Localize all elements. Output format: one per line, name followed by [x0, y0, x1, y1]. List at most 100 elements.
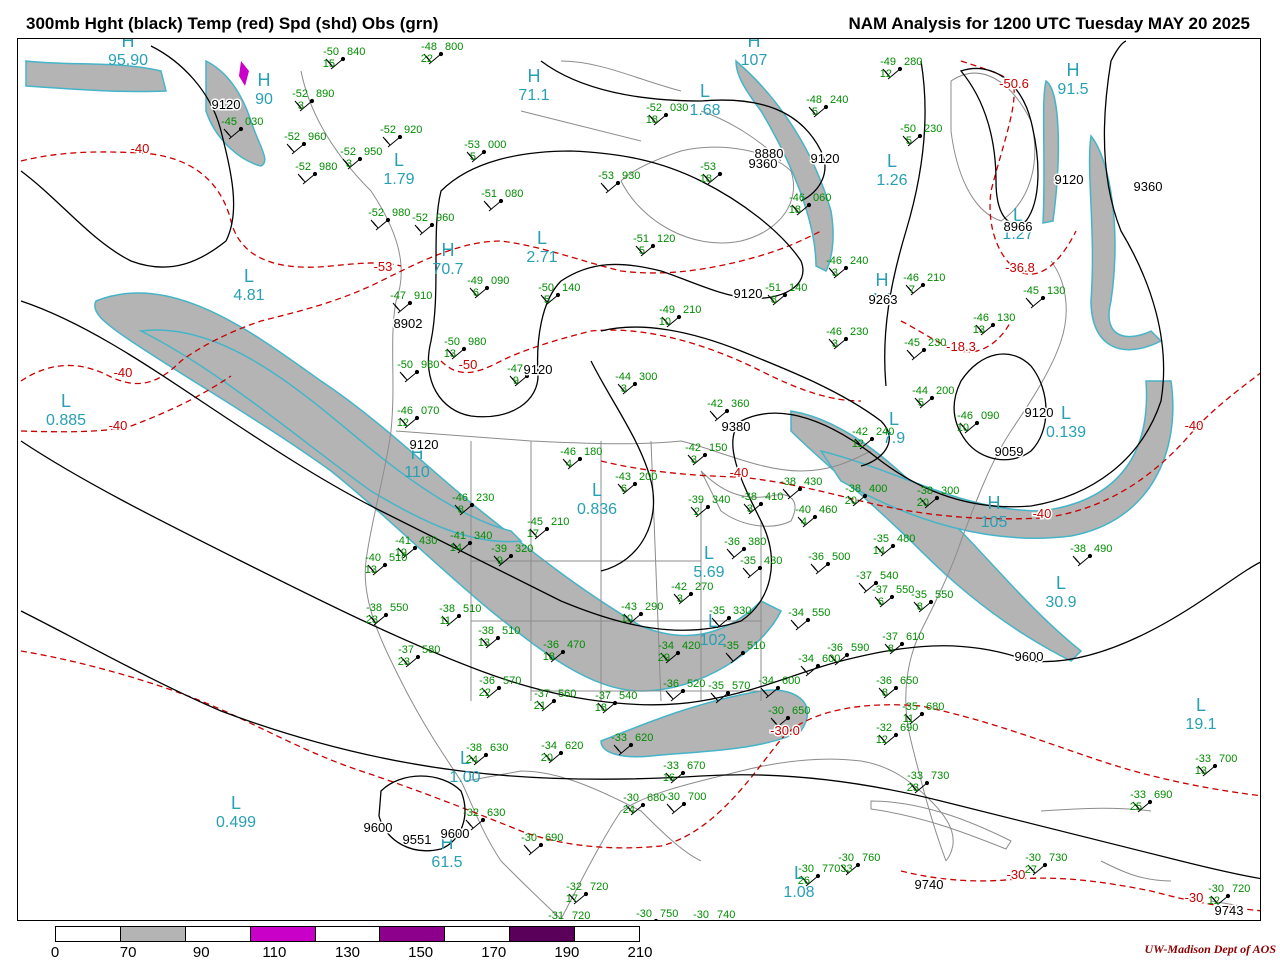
obs-temp: -50 — [444, 336, 460, 348]
wind-barb — [810, 563, 829, 575]
obs-height: 550 — [812, 607, 830, 619]
legend-tick-label: 170 — [481, 944, 507, 961]
wind-barb — [782, 488, 801, 500]
legend-tick-label: 130 — [334, 944, 361, 961]
center-value: 0.885 — [46, 412, 86, 429]
temp-label: -40 — [131, 141, 150, 156]
wind-barb — [414, 224, 433, 236]
obs-height: 570 — [503, 675, 521, 687]
height-label: 9120 — [734, 286, 763, 301]
obs-temp: -30 — [623, 792, 639, 804]
obs-temp: -52 — [380, 124, 396, 136]
height-label: 9120 — [1055, 172, 1084, 187]
obs-temp: -33 — [611, 732, 627, 744]
height-label: 9551 — [403, 832, 432, 847]
height-label: 9600 — [1015, 649, 1044, 664]
obs-dewpoint-depression: 5 — [470, 151, 476, 163]
obs-height: 980 — [319, 161, 337, 173]
chart-title-left: 300mb Hght (black) Temp (red) Spd (shd) … — [26, 14, 439, 33]
obs-dewpoint-depression: 13 — [973, 324, 985, 336]
center-letter: L — [394, 150, 404, 170]
obs-dewpoint-depression: 23 — [398, 656, 410, 668]
obs-dewpoint-depression: 12 — [880, 68, 892, 80]
obs-temp: -45 — [1023, 285, 1039, 297]
obs-height: 060 — [813, 192, 831, 204]
obs-temp: -50 — [538, 282, 554, 294]
obs-temp: -37 — [856, 570, 872, 582]
center-value: 107 — [741, 52, 768, 69]
wind-barb — [483, 200, 502, 212]
obs-temp: -33 — [907, 770, 923, 782]
obs-dewpoint-depression: 24 — [466, 754, 478, 766]
legend-swatch — [120, 927, 186, 941]
obs-height: 230 — [924, 123, 942, 135]
obs-temp: -46 — [397, 405, 413, 417]
obs-height: 510 — [463, 603, 481, 615]
obs-dewpoint-depression: 13 — [478, 637, 490, 649]
station-obs: -52 960 — [284, 131, 326, 143]
obs-temp: -42 — [707, 398, 723, 410]
center-value: 1.26 — [876, 172, 907, 189]
wind-barb — [1072, 555, 1091, 567]
obs-dewpoint-depression: 18 — [543, 651, 555, 663]
temp-contour-4 — [440, 329, 862, 402]
coastline-gulf — [560, 758, 954, 920]
obs-height: 200 — [639, 471, 657, 483]
obs-temp: -37 — [882, 631, 898, 643]
height-label: 8880 — [755, 146, 784, 161]
obs-temp: -51 — [481, 188, 497, 200]
station-obs: -38 490 — [1070, 543, 1112, 555]
obs-dewpoint-depression: 27 — [1025, 864, 1037, 876]
center-value: 19.1 — [1185, 716, 1216, 733]
obs-dewpoint-depression: 11 — [440, 615, 451, 627]
obs-height: 890 — [316, 88, 334, 100]
obs-temp: -46 — [789, 192, 805, 204]
station-obs: -34 600 — [798, 653, 840, 665]
station-obs: -5318 — [700, 161, 716, 185]
obs-dewpoint-depression: 25 — [1130, 801, 1142, 813]
obs-height: 700 — [1219, 753, 1237, 765]
obs-height: 540 — [880, 570, 898, 582]
obs-dewpoint-depression: 13 — [444, 348, 456, 360]
obs-temp: -48 — [421, 41, 437, 53]
obs-height: 180 — [584, 446, 602, 458]
obs-temp: -46 — [826, 326, 842, 338]
obs-height: 500 — [832, 551, 850, 563]
station-obs: -37 540 — [856, 570, 898, 582]
obs-temp: -44 — [615, 371, 631, 383]
obs-height: 130 — [997, 312, 1015, 324]
station-obs: -53 930 — [598, 170, 640, 182]
obs-dewpoint-depression: 8 — [458, 504, 464, 516]
station-obs: -45 230 — [904, 337, 946, 349]
center-value: 2.71 — [526, 249, 557, 266]
station-obs: -52 960 — [412, 212, 454, 224]
obs-temp: -36 — [808, 551, 824, 563]
obs-height: 140 — [562, 282, 580, 294]
obs-height: 730 — [1049, 852, 1067, 864]
obs-height: 430 — [419, 535, 437, 547]
height-label: 9600 — [364, 820, 393, 835]
obs-temp: -32 — [876, 722, 892, 734]
obs-temp: -45 — [221, 116, 237, 128]
center-value: 91.5 — [1057, 81, 1088, 98]
obs-temp: -33 — [1130, 789, 1146, 801]
obs-dewpoint-depression: 5 — [639, 245, 645, 257]
temp-label: -40 — [730, 465, 749, 480]
obs-height: 410 — [765, 491, 783, 503]
station-obs: -30 77033 26 — [798, 863, 853, 887]
obs-height: 230 — [850, 326, 868, 338]
temp-label: -30 — [1185, 890, 1204, 905]
center-letter: H — [258, 70, 271, 90]
station-obs: -36 500 — [808, 551, 850, 563]
obs-temp: -53 — [464, 139, 480, 151]
obs-temp: -52 — [368, 207, 384, 219]
legend-swatch — [445, 927, 511, 941]
station-obs: -35 330 — [709, 605, 751, 617]
obs-dewpoint-depression: 18 — [646, 114, 658, 126]
obs-temp: -38 — [917, 485, 933, 497]
temp-label: -40 — [1185, 418, 1204, 433]
station-obs: -30 740 — [693, 909, 735, 920]
height-contour-9 — [959, 67, 1039, 225]
obs-dewpoint-depression: 24 — [623, 804, 635, 816]
obs-dewpoint-depression: 22 — [421, 53, 433, 65]
